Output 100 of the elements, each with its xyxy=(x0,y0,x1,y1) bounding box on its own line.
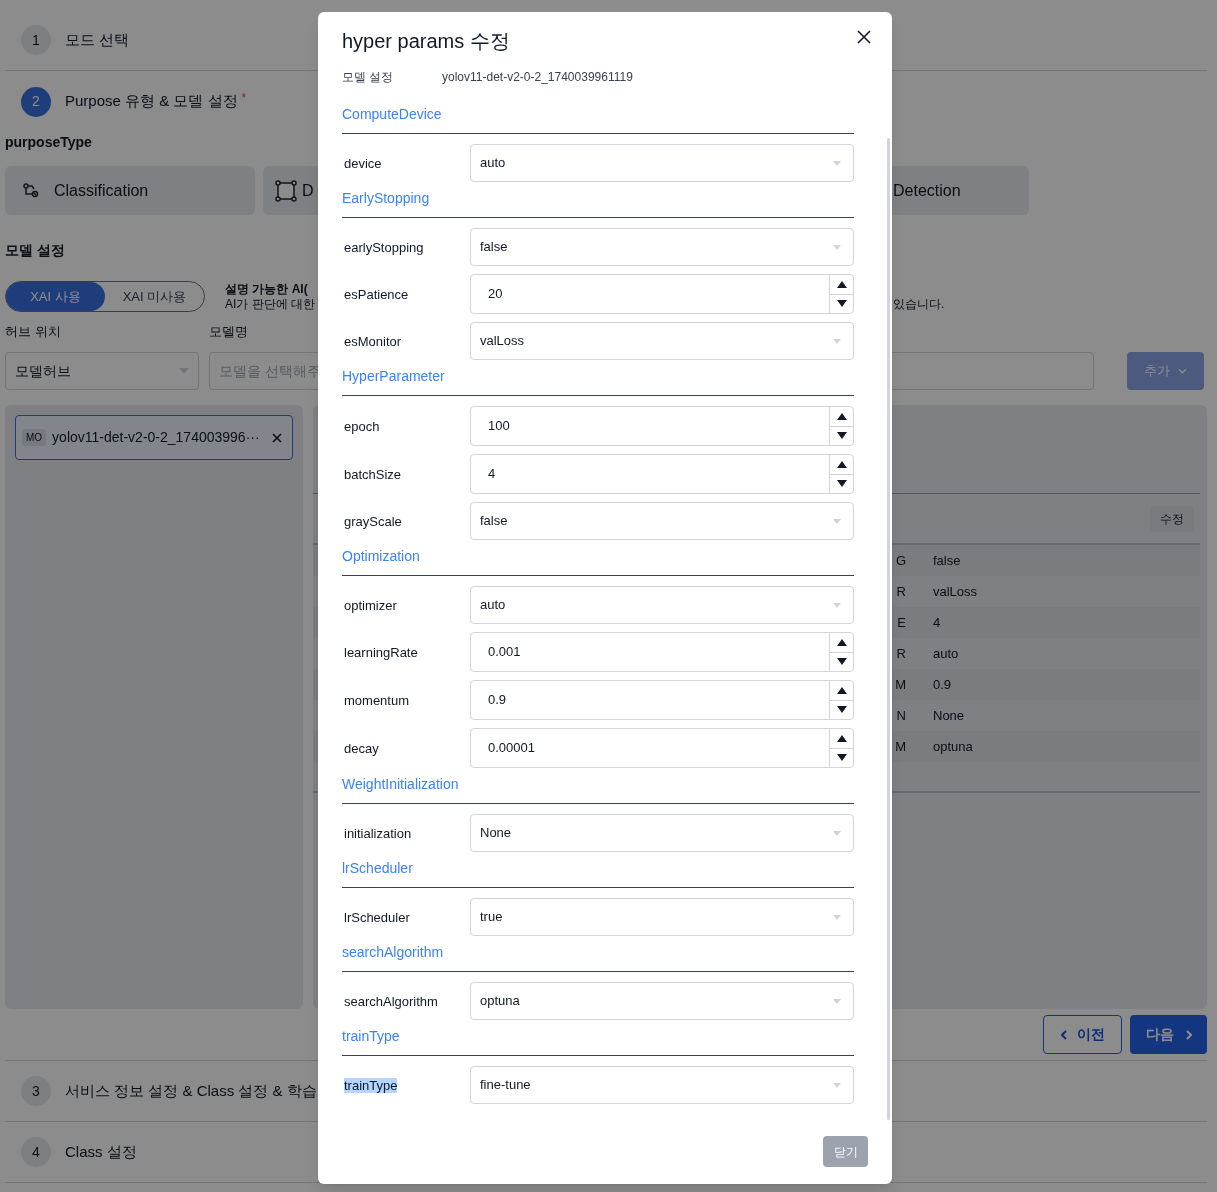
field-label: esPatience xyxy=(344,287,409,302)
triangle-up-icon xyxy=(836,280,847,288)
bounding-box-icon xyxy=(275,179,297,202)
table-cell-text: optuna xyxy=(932,737,973,756)
hub-select[interactable]: 모델허브 xyxy=(5,352,199,390)
description-title: 설명 가능한 AI( xyxy=(225,281,308,297)
info-value: yolov11-det-v2-0-2_1740039961119 xyxy=(442,69,633,86)
field-label: device xyxy=(344,156,382,171)
select-field[interactable]: valLoss xyxy=(470,322,854,360)
table-cell-text: R xyxy=(896,644,906,663)
triangle-down-icon xyxy=(836,432,847,440)
step-number: 2 xyxy=(21,86,51,117)
field-label: lrScheduler xyxy=(344,910,410,925)
previous-button[interactable]: 이전 xyxy=(1043,1015,1122,1054)
table-cell-text: valLoss xyxy=(932,582,978,601)
number-field[interactable]: 0.9 xyxy=(470,680,854,720)
caret-down-icon xyxy=(833,914,841,920)
model-name: yolov11-det-v2-0-2_174003996··· xyxy=(52,428,261,447)
triangle-down-icon xyxy=(836,706,847,714)
table-cell-text: None xyxy=(932,706,965,725)
section-title: searchAlgorithm xyxy=(342,943,445,962)
table-cell-text: R xyxy=(896,582,906,601)
table-cell-text: N xyxy=(896,706,906,725)
field-label: epoch xyxy=(344,419,380,434)
chevron-down-icon xyxy=(1178,368,1187,374)
triangle-up-icon xyxy=(836,412,847,420)
table-cell-text: 4 xyxy=(932,613,941,632)
description-text: AI가 판단에 대한 xyxy=(225,296,315,312)
number-field[interactable]: 100 xyxy=(470,406,854,446)
triangle-up-icon xyxy=(836,686,847,694)
chevron-left-icon xyxy=(1060,1029,1067,1040)
triangle-down-icon xyxy=(836,300,847,308)
close-icon xyxy=(857,30,871,44)
table-cell-text: M xyxy=(895,675,906,694)
description-text: 있습니다. xyxy=(893,296,945,312)
triangle-up-icon xyxy=(836,638,847,646)
caret-down-icon xyxy=(833,518,841,524)
field-label: 허브 위치 xyxy=(5,323,62,341)
number-field[interactable]: 4 xyxy=(470,454,854,494)
select-field[interactable]: None xyxy=(470,814,854,852)
triangle-down-icon xyxy=(836,480,847,488)
modal-title: hyper params 수정 xyxy=(342,29,510,54)
field-label: optimizer xyxy=(344,598,397,613)
field-label: batchSize xyxy=(344,467,402,482)
required-mark: * xyxy=(241,89,247,107)
close-button[interactable] xyxy=(856,29,872,45)
section-title: HyperParameter xyxy=(342,367,446,386)
purpose-label: Detection xyxy=(893,180,961,201)
field-label: momentum xyxy=(344,693,410,708)
caret-down-icon xyxy=(833,338,841,344)
edit-button[interactable]: 수정 xyxy=(1150,505,1194,532)
select-field[interactable]: false xyxy=(470,228,854,266)
info-label: 모델 설정 xyxy=(342,69,395,86)
scrollbar[interactable] xyxy=(887,138,890,1120)
number-field[interactable]: 0.00001 xyxy=(470,728,854,768)
caret-down-icon xyxy=(833,998,841,1004)
section-title: ComputeDevice xyxy=(342,105,443,124)
number-field[interactable]: 0.001 xyxy=(470,632,854,672)
section-title: WeightInitialization xyxy=(342,775,460,794)
field-label: purposeType xyxy=(5,133,92,152)
field-label: searchAlgorithm xyxy=(344,994,438,1009)
select-field[interactable]: auto xyxy=(470,144,854,182)
purpose-card[interactable]: Classification xyxy=(5,166,255,215)
step-title: 모드 선택 xyxy=(65,29,130,50)
table-cell-text: M xyxy=(895,737,906,756)
field-label: 모델명 xyxy=(209,323,248,341)
table-cell-text: auto xyxy=(932,644,959,663)
triangle-up-icon xyxy=(836,460,847,468)
field-label: grayScale xyxy=(344,514,402,529)
step-title: 서비스 정보 설정 & Class 설정 & 학습 xyxy=(65,1080,317,1101)
triangle-down-icon xyxy=(836,754,847,762)
purpose-label: Classification xyxy=(54,180,149,201)
chevron-right-icon xyxy=(1185,1029,1192,1040)
step-number: 3 xyxy=(21,1076,51,1106)
caret-down-icon xyxy=(833,244,841,250)
select-field[interactable]: true xyxy=(470,898,854,936)
section-title: lrScheduler xyxy=(342,859,414,878)
section-title: trainType xyxy=(342,1027,401,1046)
purpose-label: D xyxy=(302,180,314,201)
select-field[interactable]: fine-tune xyxy=(470,1066,854,1104)
section-title: Optimization xyxy=(342,547,421,566)
select-field[interactable]: auto xyxy=(470,586,854,624)
table-cell-text: E xyxy=(897,613,906,632)
field-label: decay xyxy=(344,741,379,756)
field-label: earlyStopping xyxy=(344,240,424,255)
field-label: trainType xyxy=(344,1078,398,1093)
step-number: 4 xyxy=(21,1137,51,1167)
table-cell-text: G xyxy=(895,551,906,570)
model-chip[interactable]: MO yolov11-det-v2-0-2_174003996··· xyxy=(15,415,293,460)
section-title: EarlyStopping xyxy=(342,189,431,208)
step-title: Class 설정 xyxy=(65,1141,137,1162)
step-title: Purpose 유형 & 모델 설정 xyxy=(65,91,238,112)
close-icon xyxy=(272,432,282,443)
triangle-down-icon xyxy=(836,658,847,666)
number-field[interactable]: 20 xyxy=(470,274,854,314)
step-number: 1 xyxy=(21,25,51,55)
toggle-option[interactable]: XAI 미사용 xyxy=(105,282,204,311)
caret-down-icon xyxy=(179,368,189,374)
select-field[interactable]: optuna xyxy=(470,982,854,1020)
select-field[interactable]: false xyxy=(470,502,854,540)
